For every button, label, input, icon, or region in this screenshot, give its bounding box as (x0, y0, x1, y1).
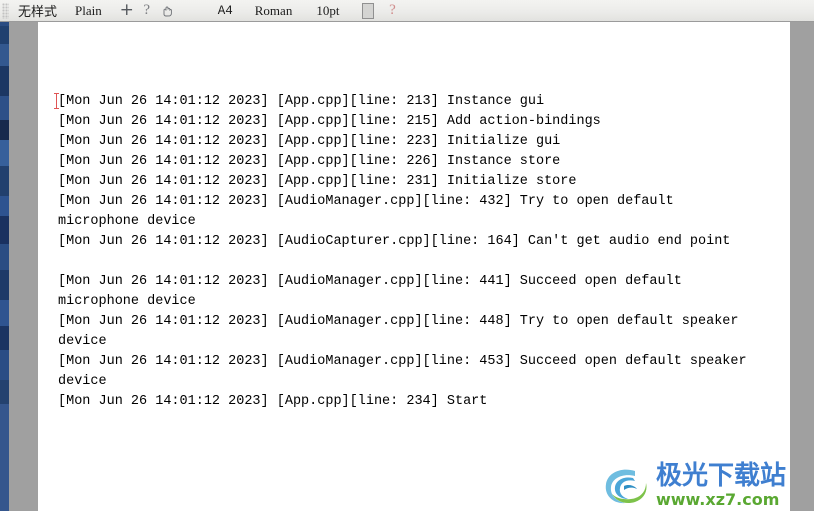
paragraph-style-label[interactable]: Plain (75, 0, 102, 22)
question-mark-red-icon[interactable]: ? (383, 2, 401, 20)
text-caret (54, 93, 59, 109)
font-family-label[interactable]: Roman (255, 0, 293, 22)
log-line: [Mon Jun 26 14:01:12 2023] [App.cpp][lin… (58, 134, 561, 149)
log-line: [Mon Jun 26 14:01:12 2023] [AudioManager… (58, 314, 747, 349)
watermark: 极光下载站 www.xz7.com (602, 463, 786, 508)
log-line: [Mon Jun 26 14:01:12 2023] [App.cpp][lin… (58, 154, 561, 169)
log-text-body[interactable]: [Mon Jun 26 14:01:12 2023] [App.cpp][lin… (58, 92, 758, 412)
paper-size-label[interactable]: A4 (218, 4, 233, 18)
aurora-swoosh-logo (605, 469, 647, 503)
page-square-icon[interactable] (359, 2, 377, 20)
log-line: [Mon Jun 26 14:01:12 2023] [App.cpp][lin… (58, 94, 545, 109)
plus-icon[interactable]: + (118, 2, 136, 20)
desktop-wallpaper-strip (0, 0, 9, 511)
log-line: [Mon Jun 26 14:01:12 2023] [AudioManager… (58, 194, 682, 229)
log-line: [Mon Jun 26 14:01:12 2023] [AudioCapture… (58, 234, 731, 249)
log-blank-line (58, 252, 758, 272)
style-selector-label[interactable]: 无样式 (18, 1, 57, 20)
document-page[interactable]: [Mon Jun 26 14:01:12 2023] [App.cpp][lin… (38, 22, 790, 511)
formatting-toolbar: 无样式 Plain + ? A4 Roman 10pt ? (0, 0, 814, 22)
log-line: [Mon Jun 26 14:01:12 2023] [AudioManager… (58, 274, 690, 309)
watermark-url: www.xz7.com (655, 490, 780, 509)
hand-pointer-icon[interactable] (158, 2, 176, 20)
question-mark-icon[interactable]: ? (138, 2, 156, 20)
watermark-title: 极光下载站 (655, 461, 786, 491)
log-line: [Mon Jun 26 14:01:12 2023] [App.cpp][lin… (58, 114, 601, 129)
document-workspace: [Mon Jun 26 14:01:12 2023] [App.cpp][lin… (9, 22, 814, 511)
font-size-label[interactable]: 10pt (316, 0, 339, 22)
log-line: [Mon Jun 26 14:01:12 2023] [App.cpp][lin… (58, 174, 577, 189)
toolbar-drag-grip[interactable] (2, 2, 9, 19)
log-line: [Mon Jun 26 14:01:12 2023] [AudioManager… (58, 354, 755, 389)
log-line: [Mon Jun 26 14:01:12 2023] [App.cpp][lin… (58, 394, 488, 409)
